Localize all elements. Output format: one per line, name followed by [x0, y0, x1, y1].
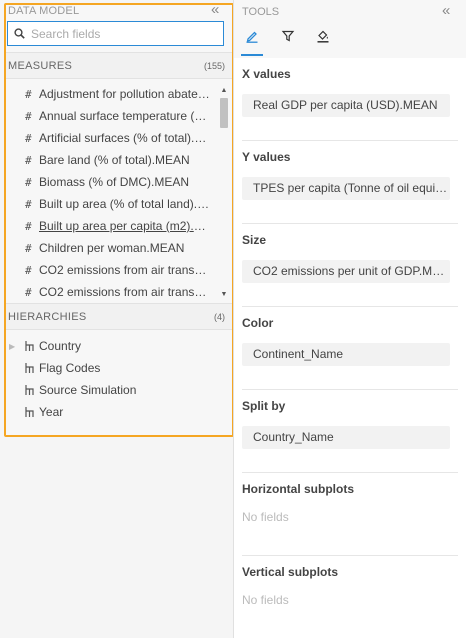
hierarchy-icon [23, 406, 39, 418]
search-input[interactable] [31, 26, 211, 41]
hash-icon: # [25, 285, 32, 299]
hierarchies-label: HIERARCHIES [8, 310, 87, 323]
data-model-title: DATA MODEL [8, 5, 80, 17]
hierarchy-item-country[interactable]: ▶ Country [6, 335, 232, 357]
measure-item[interactable]: # Bare land (% of total).MEAN [6, 149, 232, 171]
scroll-thumb[interactable] [220, 98, 228, 128]
tab-style-editor[interactable] [240, 29, 264, 56]
hierarchies-header[interactable]: HIERARCHIES (4) [6, 303, 232, 330]
hash-icon: # [25, 109, 32, 123]
hierarchy-icon [23, 384, 39, 396]
y-values-section: Y values TPES per capita (Tonne of oil e… [242, 149, 458, 200]
measure-item[interactable]: #Built up area (% of total land).MEAN [6, 193, 232, 215]
color-field[interactable]: Continent_Name [242, 343, 450, 366]
app-root: DATA MODEL « MEASURES (155) #Adjustment … [0, 0, 466, 638]
hierarchy-list: ▶ Country Flag Codes Source Simulation Y… [6, 335, 232, 423]
divider [242, 472, 458, 473]
horizontal-subplots-empty: No fields [242, 510, 289, 524]
divider [242, 389, 458, 390]
x-values-label: X values [242, 67, 291, 81]
tools-title: TOOLS [242, 6, 280, 18]
data-model-panel: DATA MODEL « MEASURES (155) #Adjustment … [0, 0, 234, 638]
measure-item[interactable]: #Adjustment for pollution abatement (% o… [6, 83, 232, 105]
color-section: Color Continent_Name [242, 315, 458, 366]
vertical-subplots-section[interactable]: Vertical subplots No fields [242, 564, 458, 607]
measure-item[interactable]: #Annual surface temperature (change in °… [6, 105, 232, 127]
hash-icon: # [25, 197, 32, 211]
measure-item[interactable]: # Artificial surfaces (% of total).MEAN [6, 127, 232, 149]
hash-icon: # [25, 219, 32, 233]
x-values-section: X values Real GDP per capita (USD).MEAN [242, 66, 458, 117]
size-section: Size CO2 emissions per unit of GDP.MEAN [242, 232, 458, 283]
measure-item-hovered[interactable]: # Built up area per capita (m2).MEAN [6, 215, 232, 237]
tools-header: TOOLS « [234, 0, 466, 58]
measures-header[interactable]: MEASURES (155) [6, 52, 232, 79]
collapse-left-icon[interactable]: « [211, 2, 219, 18]
measures-count: (155) [203, 60, 225, 71]
divider [242, 555, 458, 556]
hash-icon: # [25, 175, 32, 189]
measure-item[interactable]: # Biomass (% of DMC).MEAN [6, 171, 232, 193]
vertical-subplots-label: Vertical subplots [242, 565, 339, 579]
expand-caret-icon[interactable]: ▶ [9, 342, 23, 351]
tools-panel: TOOLS « X values Real GDP per capita (US… [233, 0, 466, 638]
measure-item[interactable]: #CO2 emissions from air transport (Mt).M… [6, 259, 232, 281]
tab-format[interactable] [311, 29, 335, 55]
split-by-section: Split by Country_Name [242, 398, 458, 449]
filter-icon [281, 30, 295, 42]
divider [242, 306, 458, 307]
horizontal-subplots-section[interactable]: Horizontal subplots No fields [242, 481, 458, 524]
divider [242, 223, 458, 224]
measure-item[interactable]: #CO2 emissions from air transport per ca… [6, 281, 232, 301]
measures-label: MEASURES [8, 59, 73, 72]
scroll-down-arrow-icon[interactable]: ▼ [218, 290, 230, 300]
paint-bucket-icon [317, 30, 329, 43]
vertical-subplots-empty: No fields [242, 593, 289, 607]
size-field[interactable]: CO2 emissions per unit of GDP.MEAN [242, 260, 450, 283]
measure-item[interactable]: # Children per woman.MEAN [6, 237, 232, 259]
measures-scrollbar[interactable]: ▲ ▼ [218, 86, 230, 300]
hash-icon: # [25, 241, 32, 255]
tab-filters[interactable] [276, 29, 300, 55]
size-label: Size [242, 233, 267, 247]
hierarchy-item-year[interactable]: Year [6, 401, 232, 423]
hash-icon: # [25, 131, 32, 145]
horizontal-subplots-label: Horizontal subplots [242, 482, 354, 496]
collapse-left-icon[interactable]: « [442, 3, 450, 19]
search-icon [14, 28, 25, 39]
pencil-icon [246, 31, 258, 43]
search-field[interactable] [7, 21, 224, 46]
y-values-field[interactable]: TPES per capita (Tonne of oil equivalent… [242, 177, 450, 200]
y-values-label: Y values [242, 150, 291, 164]
color-label: Color [242, 316, 274, 330]
measure-list: #Adjustment for pollution abatement (% o… [6, 83, 232, 301]
hash-icon: # [25, 87, 32, 101]
hierarchy-item-flag-codes[interactable]: Flag Codes [6, 357, 232, 379]
split-by-field[interactable]: Country_Name [242, 426, 450, 449]
hash-icon: # [25, 153, 32, 167]
split-by-label: Split by [242, 399, 286, 413]
hierarchy-icon [23, 340, 39, 352]
divider [242, 140, 458, 141]
scroll-up-arrow-icon[interactable]: ▲ [218, 86, 230, 96]
hierarchy-icon [23, 362, 39, 374]
hash-icon: # [25, 263, 32, 277]
x-values-field[interactable]: Real GDP per capita (USD).MEAN [242, 94, 450, 117]
hierarchies-count: (4) [214, 311, 225, 322]
hierarchy-item-source-simulation[interactable]: Source Simulation [6, 379, 232, 401]
